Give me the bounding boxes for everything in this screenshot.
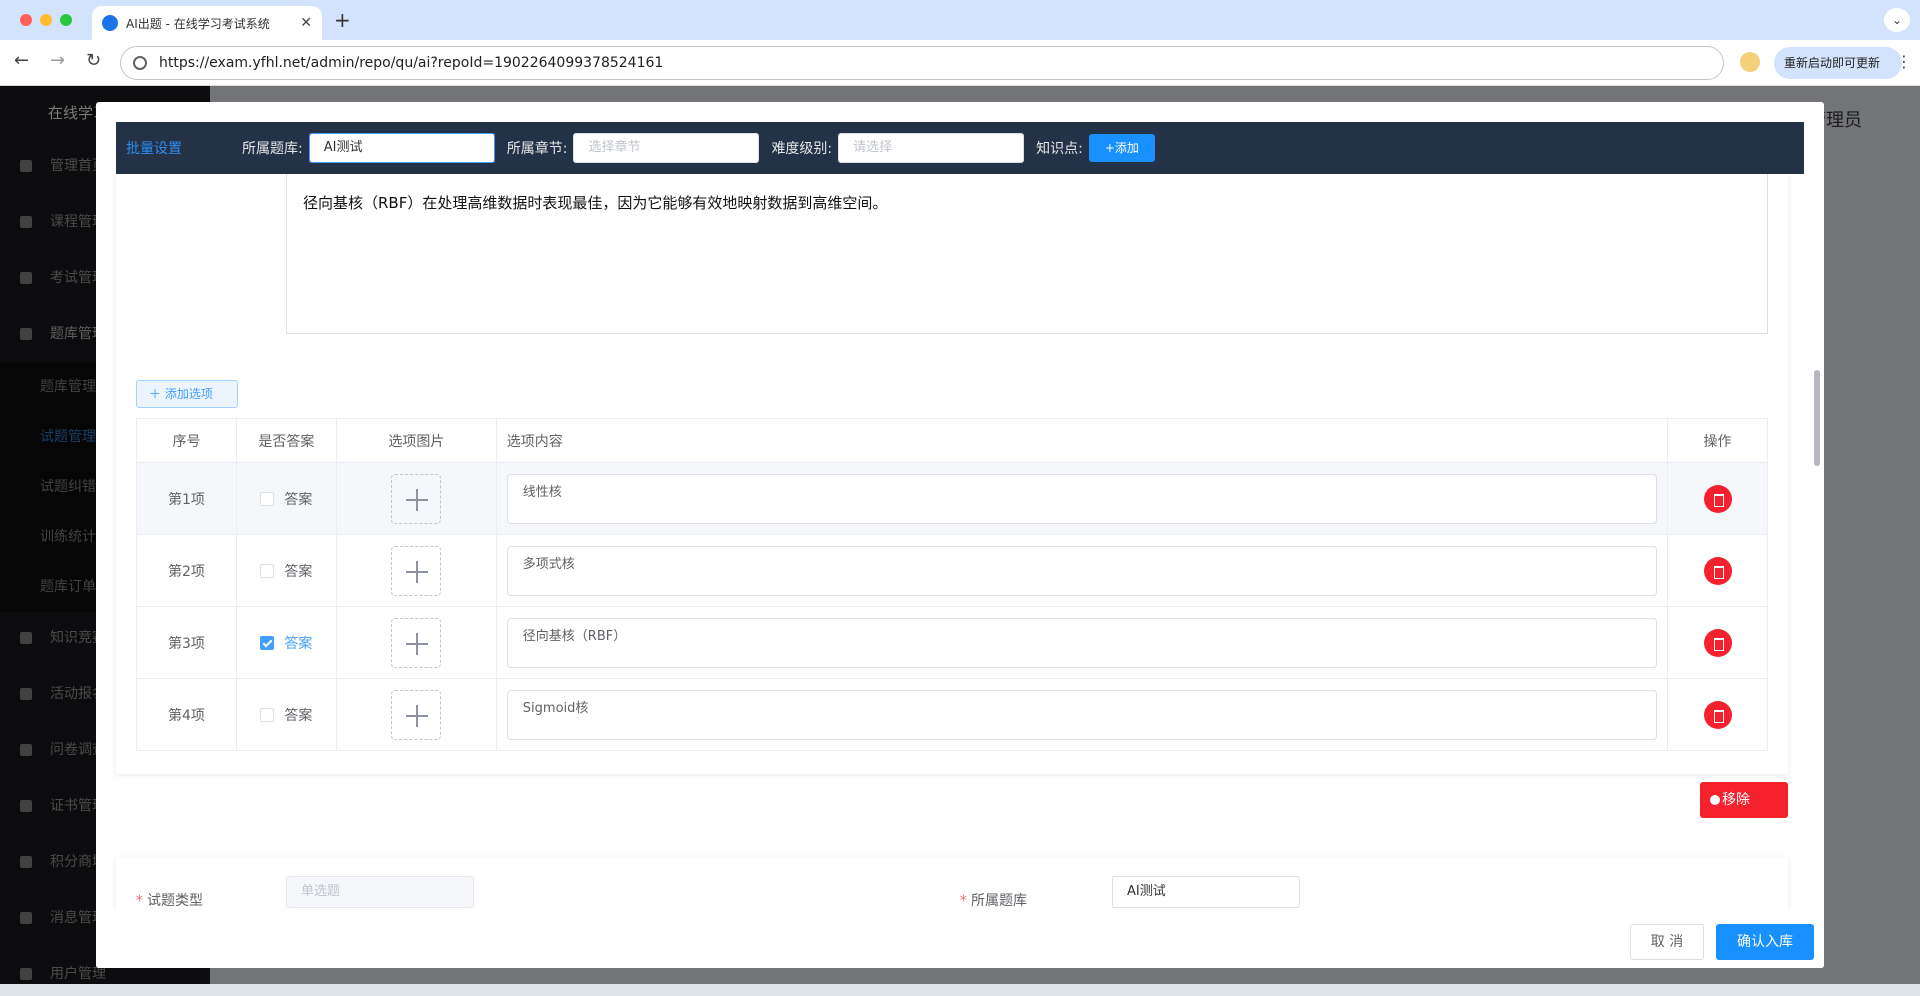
chapter-select[interactable]: 选择章节 bbox=[573, 133, 760, 163]
table-row: 第3项 答案 径向基核（RBF） bbox=[136, 606, 1768, 679]
option-index: 第4项 bbox=[136, 678, 237, 751]
option-content-input[interactable]: 径向基核（RBF） bbox=[506, 617, 1658, 668]
close-tab-icon[interactable]: ✕ bbox=[300, 15, 312, 31]
question-card: 径向基核（RBF）在处理高维数据时表现最佳，因为它能够有效地映射数据到高维空间。… bbox=[116, 174, 1788, 774]
level-label: 难度级别: bbox=[771, 141, 833, 157]
question-repo-label-text: 所属题库 bbox=[971, 893, 1027, 909]
option-content-input[interactable]: 线性核 bbox=[506, 473, 1658, 524]
repo-select[interactable]: AI测试 bbox=[308, 133, 495, 163]
answer-checkbox[interactable]: 答案 bbox=[235, 678, 337, 751]
image-upload-plus-icon[interactable] bbox=[391, 617, 442, 668]
option-index: 第3项 bbox=[136, 606, 237, 679]
header-content: 选项内容 bbox=[495, 418, 1669, 463]
answer-label: 答案 bbox=[284, 491, 313, 508]
add-option-label: 添加选项 bbox=[164, 387, 213, 401]
table-row: 第1项 答案 线性核 bbox=[136, 462, 1768, 535]
answer-checkbox[interactable]: 答案 bbox=[235, 534, 337, 607]
header-image: 选项图片 bbox=[335, 418, 497, 463]
back-arrow-icon[interactable]: ← bbox=[14, 50, 29, 71]
answer-label: 答案 bbox=[284, 635, 313, 652]
minimize-window-button[interactable] bbox=[40, 14, 52, 26]
reload-icon[interactable]: ↻ bbox=[86, 50, 101, 71]
cancel-button[interactable]: 取 消 bbox=[1630, 924, 1704, 960]
answer-checkbox[interactable]: 答案 bbox=[235, 606, 337, 679]
option-index: 第1项 bbox=[136, 462, 237, 535]
remove-question-button[interactable]: 移除 bbox=[1700, 782, 1788, 818]
site-logo-icon bbox=[102, 15, 118, 31]
chapter-label: 所属章节: bbox=[506, 141, 568, 157]
delete-trash-icon[interactable] bbox=[1703, 700, 1732, 729]
batch-settings-bar: 批量设置 所属题库: AI测试 所属章节: 选择章节 难度级别: 请选择 知识点… bbox=[116, 122, 1804, 174]
add-knowledge-point-button[interactable]: +添加 bbox=[1088, 134, 1155, 162]
delete-trash-icon[interactable] bbox=[1703, 628, 1732, 657]
maximize-window-button[interactable] bbox=[60, 14, 72, 26]
add-option-button[interactable]: ＋ 添加选项 bbox=[136, 380, 238, 408]
options-table: 序号 是否答案 选项图片 选项内容 操作 第1项 答案 线性核 第2项 答案 多… bbox=[136, 418, 1768, 751]
header-is-answer: 是否答案 bbox=[235, 418, 337, 463]
knowledge-point-label: 知识点: bbox=[1036, 141, 1083, 157]
ai-question-dialog: 批量设置 所属题库: AI测试 所属章节: 选择章节 难度级别: 请选择 知识点… bbox=[96, 102, 1824, 968]
header-index: 序号 bbox=[136, 418, 237, 463]
address-bar[interactable]: https://exam.yfhl.net/admin/repo/qu/ai?r… bbox=[120, 46, 1724, 80]
delete-trash-icon[interactable] bbox=[1703, 484, 1732, 513]
level-select[interactable]: 请选择 bbox=[838, 133, 1025, 163]
tab-search-chevron-icon[interactable]: ⌄ bbox=[1884, 8, 1910, 32]
url-text: https://exam.yfhl.net/admin/repo/qu/ai?r… bbox=[159, 55, 664, 71]
checkbox[interactable] bbox=[260, 707, 275, 722]
batch-settings-title: 批量设置 bbox=[126, 141, 182, 157]
header-action: 操作 bbox=[1667, 418, 1768, 463]
dialog-scrollbar[interactable] bbox=[1814, 370, 1820, 466]
confirm-import-button[interactable]: 确认入库 bbox=[1716, 924, 1814, 960]
answer-label: 答案 bbox=[284, 707, 313, 724]
image-upload-plus-icon[interactable] bbox=[391, 545, 442, 596]
option-index: 第2项 bbox=[136, 534, 237, 607]
delete-trash-icon[interactable] bbox=[1703, 556, 1732, 585]
forward-arrow-icon[interactable]: → bbox=[50, 50, 65, 71]
browser-tab-strip: AI出题 - 在线学习考试系统 ✕ + ⌄ bbox=[0, 0, 1920, 40]
answer-label: 答案 bbox=[284, 563, 313, 580]
browser-toolbar: ← → ↻ https://exam.yfhl.net/admin/repo/q… bbox=[0, 40, 1920, 86]
question-repo-label: * 所属题库 bbox=[960, 893, 1027, 909]
site-info-icon[interactable] bbox=[133, 56, 147, 70]
checkbox-checked[interactable] bbox=[260, 635, 275, 650]
question-type-input: 单选题 bbox=[286, 876, 474, 908]
image-upload-plus-icon[interactable] bbox=[391, 689, 442, 740]
profile-avatar[interactable] bbox=[1740, 52, 1760, 72]
image-upload-plus-icon[interactable] bbox=[391, 473, 442, 524]
checkbox[interactable] bbox=[260, 491, 275, 506]
dialog-footer: 取 消 确认入库 bbox=[96, 910, 1824, 968]
close-window-button[interactable] bbox=[20, 14, 32, 26]
table-row: 第4项 答案 Sigmoid核 bbox=[136, 678, 1768, 751]
table-row: 第2项 答案 多项式核 bbox=[136, 534, 1768, 607]
question-type-label: * 试题类型 bbox=[136, 893, 203, 909]
question-repo-select[interactable]: AI测试 bbox=[1112, 876, 1300, 908]
checkbox[interactable] bbox=[260, 563, 275, 578]
kebab-menu-icon[interactable]: ⋮ bbox=[1896, 52, 1912, 71]
browser-tab[interactable]: AI出题 - 在线学习考试系统 ✕ bbox=[92, 6, 322, 40]
new-tab-icon[interactable]: + bbox=[334, 8, 351, 32]
option-content-input[interactable]: Sigmoid核 bbox=[506, 689, 1658, 740]
tab-title: AI出题 - 在线学习考试系统 bbox=[126, 16, 270, 31]
option-content-input[interactable]: 多项式核 bbox=[506, 545, 1658, 596]
question-type-label-text: 试题类型 bbox=[147, 893, 203, 909]
repo-label: 所属题库: bbox=[242, 141, 303, 157]
answer-checkbox[interactable]: 答案 bbox=[235, 462, 337, 535]
update-button[interactable]: 重新启动即可更新 bbox=[1774, 47, 1902, 79]
question-content-field[interactable]: 径向基核（RBF）在处理高维数据时表现最佳，因为它能够有效地映射数据到高维空间。 bbox=[286, 174, 1768, 334]
